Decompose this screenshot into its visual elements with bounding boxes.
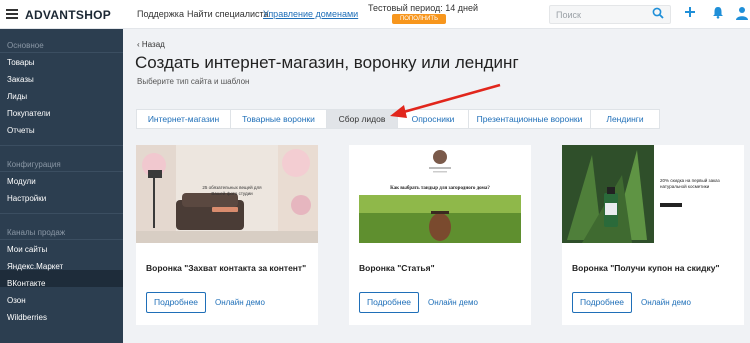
template-card-title: Воронка "Захват контакта за контент"	[146, 263, 307, 273]
preview-caption: Как выбрать тандыр для загородного дома?	[390, 186, 490, 191]
logo[interactable]: ADVANTSHOP	[25, 8, 111, 22]
sidebar-divider	[0, 145, 123, 146]
user-icon[interactable]	[735, 6, 749, 20]
sidebar-item-vkontakte[interactable]: ВКонтакте	[7, 279, 46, 288]
sidebar-item-wildberries[interactable]: Wildberries	[7, 313, 47, 322]
preview-button	[212, 207, 238, 212]
template-card-title: Воронка "Статья"	[359, 263, 435, 273]
online-demo-link[interactable]: Онлайн демо	[641, 298, 691, 307]
more-button[interactable]: Подробнее	[359, 292, 419, 313]
template-card-title: Воронка "Получи купон на скидку"	[572, 263, 720, 273]
template-card[interactable]: Как выбрать тандыр для загородного дома?…	[349, 145, 531, 325]
template-preview-image: Как выбрать тандыр для загородного дома?	[349, 145, 531, 243]
trial-period: Тестовый период: 14 дней	[368, 3, 479, 13]
annotation-arrow	[390, 83, 501, 118]
online-demo-link[interactable]: Онлайн демо	[215, 298, 265, 307]
support-link[interactable]: Поддержка	[137, 9, 184, 19]
sidebar-section-config: Конфигурация	[7, 160, 61, 169]
sidebar-item-settings[interactable]: Настройки	[7, 194, 46, 203]
sidebar-divider	[0, 213, 123, 214]
online-demo-link[interactable]: Онлайн демо	[428, 298, 478, 307]
sidebar-item-orders[interactable]: Заказы	[7, 75, 34, 84]
page-title: Создать интернет-магазин, воронку или ле…	[135, 53, 519, 72]
sidebar: Основное Товары Заказы Лиды Покупатели О…	[0, 29, 123, 343]
search-icon[interactable]	[652, 7, 664, 19]
domains-link[interactable]: Управление доменами	[263, 9, 358, 19]
template-preview-image: 25 обязательных вещей для Вашей фото сту…	[136, 145, 318, 243]
tab-landings[interactable]: Лендинги	[591, 110, 659, 128]
sidebar-item-yandex-market[interactable]: Яндекс.Маркет	[7, 262, 63, 271]
sidebar-item-reports[interactable]: Отчеты	[7, 126, 35, 135]
page-subtitle: Выберите тип сайта и шаблон	[137, 77, 250, 86]
template-card[interactable]: 20% скидка на первый заказ натуральной к…	[562, 145, 744, 325]
sidebar-item-leads[interactable]: Лиды	[7, 92, 27, 101]
sidebar-section-channels: Каналы продаж	[7, 228, 66, 237]
sidebar-item-my-sites[interactable]: Мои сайты	[7, 245, 47, 254]
pay-button[interactable]: пополнить	[392, 14, 446, 24]
more-button[interactable]: Подробнее	[146, 292, 206, 313]
sidebar-item-customers[interactable]: Покупатели	[7, 109, 50, 118]
sidebar-section-main: Основное	[7, 41, 44, 50]
more-button[interactable]: Подробнее	[572, 292, 632, 313]
bell-icon[interactable]	[712, 6, 724, 19]
template-preview-image: 20% скидка на первый заказ натуральной к…	[562, 145, 744, 243]
template-card[interactable]: 25 обязательных вещей для Вашей фото сту…	[136, 145, 318, 325]
sidebar-divider	[0, 239, 123, 240]
find-specialist-link[interactable]: Найти специалиста	[187, 9, 269, 19]
sidebar-item-ozon[interactable]: Озон	[7, 296, 26, 305]
back-link[interactable]: ‹ Назад	[137, 40, 165, 49]
preview-caption: 20% скидка на первый заказ натуральной к…	[660, 178, 720, 189]
preview-caption: 25 обязательных вещей для Вашей фото сту…	[202, 185, 262, 196]
sidebar-item-modules[interactable]: Модули	[7, 177, 36, 186]
sidebar-divider	[0, 171, 123, 172]
menu-icon[interactable]	[6, 9, 18, 19]
sidebar-item-products[interactable]: Товары	[7, 58, 35, 67]
plus-icon[interactable]	[684, 6, 696, 18]
tab-product-funnels[interactable]: Товарные воронки	[231, 110, 327, 128]
sidebar-divider	[0, 52, 123, 53]
top-bar: ADVANTSHOP Поддержка Найти специалиста У…	[0, 0, 750, 29]
tab-online-store[interactable]: Интернет-магазин	[137, 110, 231, 128]
